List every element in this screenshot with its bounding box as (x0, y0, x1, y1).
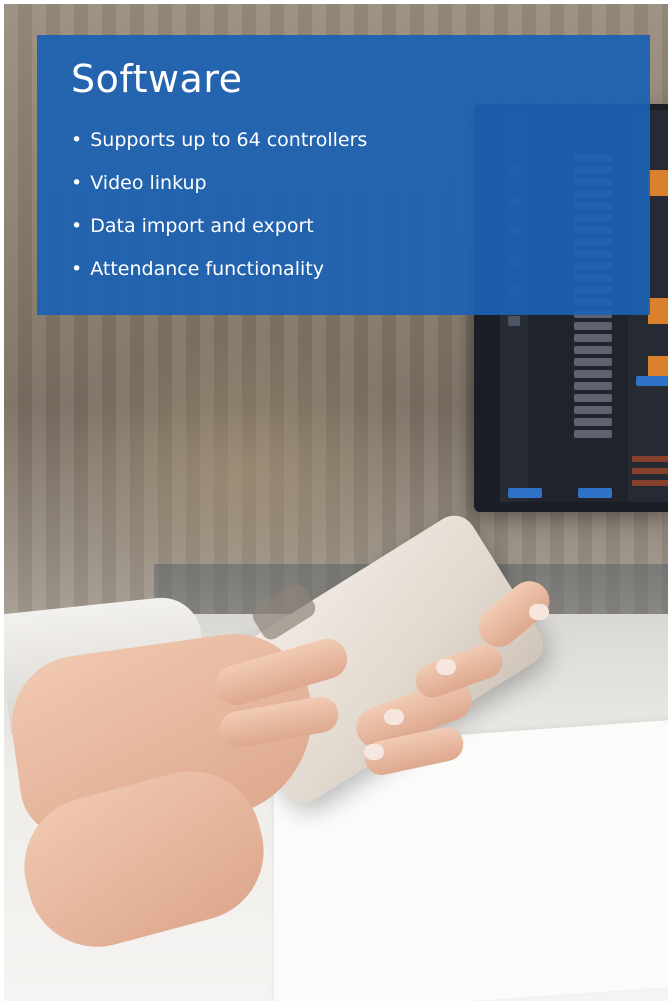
feature-text: Video linkup (90, 172, 207, 194)
feature-item: • Supports up to 64 controllers (71, 119, 367, 162)
feature-text: Supports up to 64 controllers (90, 129, 368, 151)
feature-item: • Data import and export (71, 205, 367, 248)
bullet-icon: • (71, 172, 83, 194)
slide-frame: Software • Supports up to 64 controllers … (4, 4, 668, 1001)
feature-list: • Supports up to 64 controllers • Video li… (71, 119, 367, 291)
feature-text: Data import and export (90, 215, 314, 237)
feature-item: • Video linkup (71, 162, 367, 205)
fingernail (436, 659, 456, 675)
bullet-icon: • (71, 258, 83, 280)
bullet-icon: • (71, 215, 83, 237)
slide-title: Software (71, 57, 243, 101)
feature-item: • Attendance functionality (71, 248, 367, 291)
fingernail (529, 604, 549, 620)
bullet-icon: • (71, 129, 83, 151)
title-panel: Software • Supports up to 64 controllers … (37, 35, 650, 315)
feature-text: Attendance functionality (90, 258, 324, 280)
fingernail (364, 744, 384, 760)
fingernail (384, 709, 404, 725)
